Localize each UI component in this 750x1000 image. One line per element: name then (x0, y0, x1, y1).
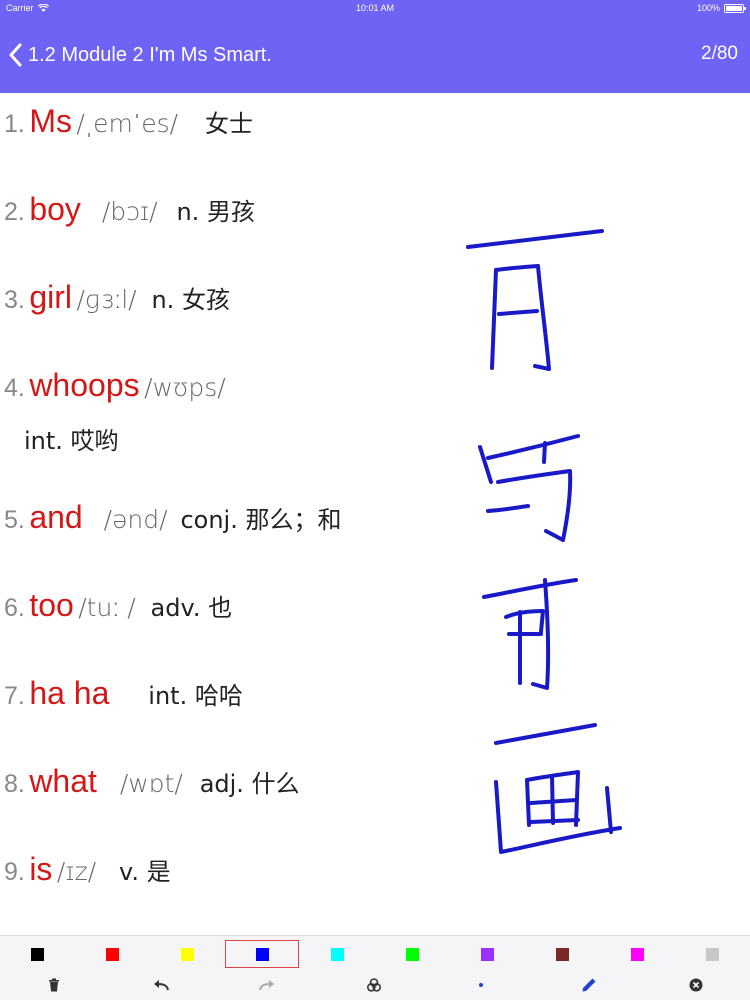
word-meaning: conj. 那么；和 (180, 506, 342, 534)
word-number: 3. (4, 286, 25, 314)
color-mix-icon (367, 978, 381, 992)
word-meaning: adj. 什么 (199, 770, 300, 798)
chevron-left-icon (9, 43, 22, 67)
nav-bar: 1.2 Module 2 I'm Ms Smart. 2/80 (0, 16, 750, 93)
status-time: 10:01 AM (355, 3, 395, 13)
close-button[interactable] (676, 973, 716, 997)
trash-button[interactable] (34, 973, 74, 997)
battery-percent: 100% (696, 3, 720, 13)
word-english[interactable]: is (29, 851, 52, 887)
word-meaning: int. 哎哟 (24, 427, 119, 455)
color-mix-button[interactable] (354, 973, 394, 997)
page-counter: 2/80 (701, 43, 738, 64)
redo-button[interactable] (247, 973, 287, 997)
list-item: 5. and /ənd/ conj. 那么；和 (4, 499, 341, 536)
word-phonetic: /ˌemˈes/ (76, 109, 179, 138)
back-button[interactable]: 1.2 Module 2 I'm Ms Smart. (8, 38, 272, 72)
list-item: 3. girl /ɡɜːl/ n. 女孩 (4, 279, 230, 316)
battery-info: 100% (696, 3, 746, 13)
swatch-color-chip (480, 947, 494, 961)
list-item: 4. whoops /wʊps/ (4, 367, 226, 404)
word-phonetic: /ɪz/ (56, 857, 97, 886)
word-english[interactable]: what (29, 763, 97, 799)
word-number: 6. (4, 594, 25, 622)
list-item: 8. what /wɒt/ adj. 什么 (4, 763, 300, 800)
list-item: 7. ha ha int. 哈哈 (4, 675, 243, 712)
word-meaning: 女士 (204, 110, 253, 138)
color-swatch[interactable] (300, 940, 374, 968)
swatch-color-chip (105, 947, 119, 961)
pen-icon (582, 978, 596, 992)
color-swatch[interactable] (675, 940, 749, 968)
battery-icon (724, 3, 746, 13)
swatch-color-chip (630, 947, 644, 961)
color-swatch[interactable] (150, 940, 224, 968)
word-list: 1. Ms /ˌemˈes/ 女士 2. boy /bɔɪ/ n. 男孩 3. … (0, 93, 750, 935)
color-swatch[interactable] (225, 940, 299, 968)
close-circle-icon (689, 978, 703, 992)
word-phonetic: /bɔɪ/ (101, 197, 158, 226)
header: Carrier 10:01 AM 100% 1.2 Module 2 I'm M… (0, 0, 750, 93)
word-number: 5. (4, 506, 25, 534)
color-swatch[interactable] (75, 940, 149, 968)
word-english[interactable]: girl (29, 279, 72, 315)
undo-button[interactable] (141, 973, 181, 997)
color-palette (0, 935, 750, 969)
word-meaning: int. 哈哈 (148, 682, 243, 710)
color-swatch[interactable] (0, 940, 74, 968)
word-number: 1. (4, 110, 25, 138)
word-phonetic: /wɒt/ (119, 769, 183, 798)
word-number: 8. (4, 770, 25, 798)
brush-size-icon (479, 983, 483, 987)
status-bar: Carrier 10:01 AM 100% (0, 0, 750, 16)
undo-icon (154, 980, 169, 991)
word-phonetic: /tuː / (78, 593, 136, 622)
page-title: 1.2 Module 2 I'm Ms Smart. (28, 43, 272, 66)
word-number: 7. (4, 682, 25, 710)
drawing-toolbar (0, 969, 750, 1000)
color-swatch[interactable] (375, 940, 449, 968)
list-item: 9. is /ɪz/ v. 是 (4, 851, 171, 888)
list-item: 2. boy /bɔɪ/ n. 男孩 (4, 191, 255, 228)
word-english[interactable]: Ms (29, 103, 72, 139)
list-item: 1. Ms /ˌemˈes/ 女士 (4, 103, 253, 140)
word-number: 4. (4, 374, 25, 402)
brush-size-button[interactable] (461, 973, 501, 997)
trash-icon (49, 978, 59, 992)
word-english[interactable]: boy (29, 191, 81, 227)
word-english[interactable]: ha ha (29, 675, 109, 711)
word-english[interactable]: whoops (29, 367, 139, 403)
swatch-color-chip (330, 947, 344, 961)
swatch-color-chip (405, 947, 419, 961)
color-swatch[interactable] (525, 940, 599, 968)
pen-button[interactable] (569, 973, 609, 997)
word-meaning: n. 女孩 (151, 286, 230, 314)
color-swatch[interactable] (450, 940, 524, 968)
word-meaning: adv. 也 (150, 594, 233, 622)
word-english[interactable]: too (29, 587, 73, 623)
color-swatch[interactable] (600, 940, 674, 968)
word-phonetic: /wʊps/ (144, 373, 226, 402)
redo-icon (259, 980, 274, 991)
list-item: 6. too /tuː / adv. 也 (4, 587, 232, 624)
swatch-color-chip (30, 947, 44, 961)
swatch-color-chip (705, 947, 719, 961)
word-phonetic: /ɡɜːl/ (76, 285, 137, 314)
swatch-color-chip (555, 947, 569, 961)
swatch-color-chip (180, 947, 194, 961)
word-english[interactable]: and (29, 499, 82, 535)
word-meaning: n. 男孩 (176, 198, 255, 226)
word-phonetic: /ənd/ (103, 505, 168, 534)
word-number: 2. (4, 198, 25, 226)
swatch-color-chip (255, 947, 269, 961)
word-number: 9. (4, 858, 25, 886)
word-meaning: v. 是 (119, 858, 171, 886)
